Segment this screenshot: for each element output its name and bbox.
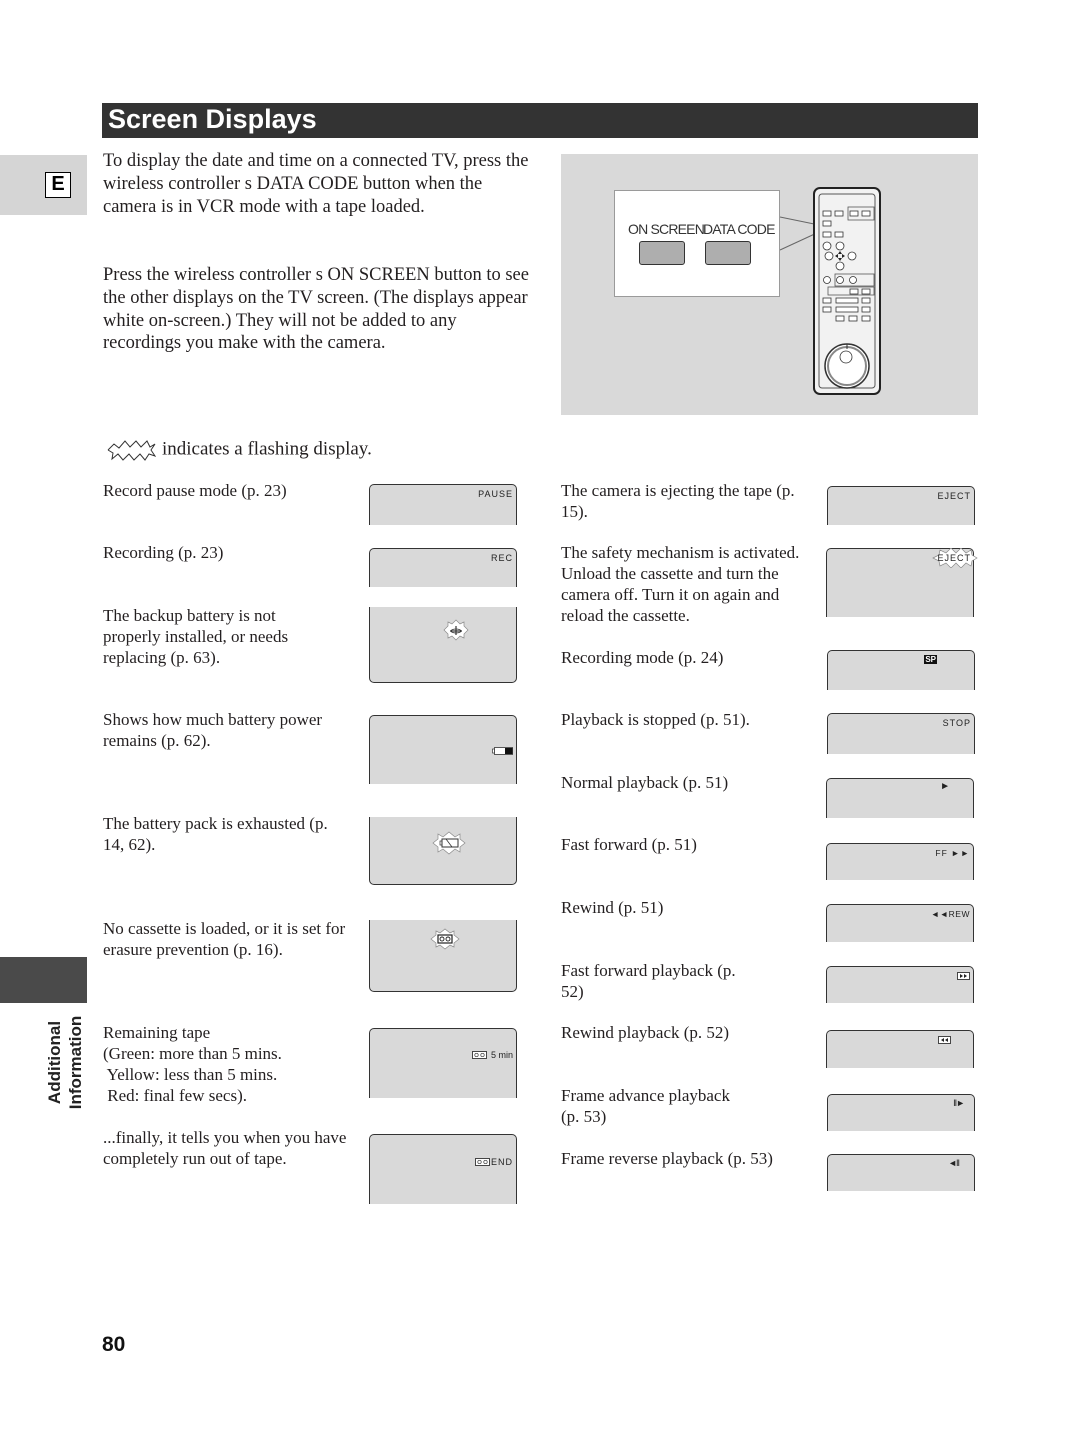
screen-remaining-tape: 5 min xyxy=(369,1028,517,1098)
ff-indicator: FF ►► xyxy=(935,848,970,858)
backup-battery-flashing-icon xyxy=(443,619,469,641)
desc-no-cassette: No cassette is loaded, or it is set for … xyxy=(103,919,346,959)
screen-no-cassette xyxy=(369,920,517,992)
battery-exhausted-flashing-icon xyxy=(432,831,466,855)
desc-fast-forward: Fast forward (p. 51) xyxy=(561,835,697,854)
desc-playback-stopped: Playback is stopped (p. 51). xyxy=(561,710,750,729)
intro-paragraph-on-screen: Press the wireless controller s ON SCREE… xyxy=(103,265,529,354)
screen-battery-level xyxy=(369,715,517,784)
screen-rew-playback xyxy=(826,1030,974,1068)
language-tab xyxy=(0,155,87,215)
intro-paragraph-data-code: To display the date and time on a connec… xyxy=(103,151,529,217)
screen-eject-flashing: EJECT xyxy=(826,548,978,617)
screen-eject: EJECT xyxy=(827,486,975,525)
data-code-label: DATA CODE xyxy=(703,221,775,237)
eject-flashing-indicator: EJECT xyxy=(937,553,971,563)
desc-tape-end: ...finally, it tells you when you have c… xyxy=(103,1128,347,1168)
remaining-tape-indicator: 5 min xyxy=(472,1050,513,1060)
eject-indicator: EJECT xyxy=(937,491,971,501)
screen-ff: FF ►► xyxy=(826,843,974,880)
section-label: Additional Information xyxy=(44,1010,88,1115)
screen-rec: REC xyxy=(369,548,517,587)
sp-mode-indicator: SP xyxy=(924,655,937,664)
play-indicator: ► xyxy=(940,781,951,792)
flash-legend-text: indicates a flashing display. xyxy=(162,438,372,460)
section-label-line2: Information xyxy=(66,1015,85,1110)
desc-battery-exhausted: The battery pack is exhausted (p. 14, 62… xyxy=(103,814,328,854)
desc-frame-reverse: Frame reverse playback (p. 53) xyxy=(561,1149,773,1168)
button-callout: ON SCREEN DATA CODE xyxy=(614,190,780,297)
desc-recording-mode: Recording mode (p. 24) xyxy=(561,648,724,667)
language-letter: E xyxy=(45,172,71,198)
flash-legend: indicates a flashing display. xyxy=(106,437,372,462)
desc-frame-advance: Frame advance playback (p. 53) xyxy=(561,1086,730,1126)
flash-burst-icon xyxy=(107,439,157,461)
ff-playback-icon xyxy=(957,972,970,980)
section-title-bar: Screen Displays xyxy=(102,103,978,138)
cassette-icon xyxy=(475,1158,490,1166)
desc-ejecting: The camera is ejecting the tape (p. 15). xyxy=(561,481,795,521)
screen-backup-battery xyxy=(369,607,517,683)
page-number: 80 xyxy=(102,1333,126,1356)
desc-line: Yellow: less than 5 mins. xyxy=(103,1065,278,1084)
screen-tape-end: END xyxy=(369,1134,517,1204)
section-marker xyxy=(0,957,87,1003)
desc-recording: Recording (p. 23) xyxy=(103,543,224,562)
screen-pause: PAUSE xyxy=(369,484,517,525)
battery-level-icon xyxy=(492,747,513,755)
desc-ff-playback: Fast forward playback (p. 52) xyxy=(561,961,736,1001)
on-screen-button xyxy=(639,241,685,265)
frame-reverse-indicator: ◄II xyxy=(948,1158,960,1168)
cassette-flashing-icon xyxy=(430,928,460,950)
stop-indicator: STOP xyxy=(942,718,971,728)
desc-line: (Green: more than 5 mins. xyxy=(103,1044,282,1063)
rew-indicator: ◄◄REW xyxy=(930,909,970,919)
desc-line: Red: final few secs). xyxy=(103,1086,247,1105)
rec-indicator: REC xyxy=(490,553,513,563)
frame-advance-indicator: II► xyxy=(953,1098,965,1108)
page-title: Screen Displays xyxy=(108,104,317,134)
desc-backup-battery: The backup battery is not properly insta… xyxy=(103,606,289,667)
rew-playback-icon xyxy=(938,1036,951,1044)
on-screen-label: ON SCREEN xyxy=(628,221,705,237)
desc-line: Remaining tape xyxy=(103,1023,211,1042)
data-code-button xyxy=(705,241,751,265)
section-label-line1: Additional xyxy=(45,1020,64,1105)
screen-battery-exhausted xyxy=(369,817,517,885)
desc-rewind: Rewind (p. 51) xyxy=(561,898,664,917)
desc-record-pause: Record pause mode (p. 23) xyxy=(103,481,287,500)
desc-remaining-tape: Remaining tape (Green: more than 5 mins.… xyxy=(103,1022,353,1106)
desc-safety-mechanism: The safety mechanism is activated. Unloa… xyxy=(561,543,800,625)
screen-recording-mode: SP xyxy=(827,650,975,690)
screen-play: ► xyxy=(826,778,974,818)
screen-frame-advance: II► xyxy=(827,1094,975,1131)
screen-frame-reverse: ◄II xyxy=(827,1154,975,1191)
desc-rew-playback: Rewind playback (p. 52) xyxy=(561,1023,730,1042)
tape-end-value: END xyxy=(490,1157,513,1167)
desc-battery-power: Shows how much battery power remains (p.… xyxy=(103,710,323,750)
desc-normal-playback: Normal playback (p. 51) xyxy=(561,773,729,792)
screen-ff-playback xyxy=(826,966,974,1003)
screen-rew: ◄◄REW xyxy=(826,904,974,942)
remaining-tape-value: 5 min xyxy=(490,1050,513,1060)
pause-indicator: PAUSE xyxy=(478,489,513,499)
tape-end-indicator: END xyxy=(475,1157,513,1167)
cassette-icon xyxy=(472,1051,487,1059)
screen-stop: STOP xyxy=(827,713,975,754)
